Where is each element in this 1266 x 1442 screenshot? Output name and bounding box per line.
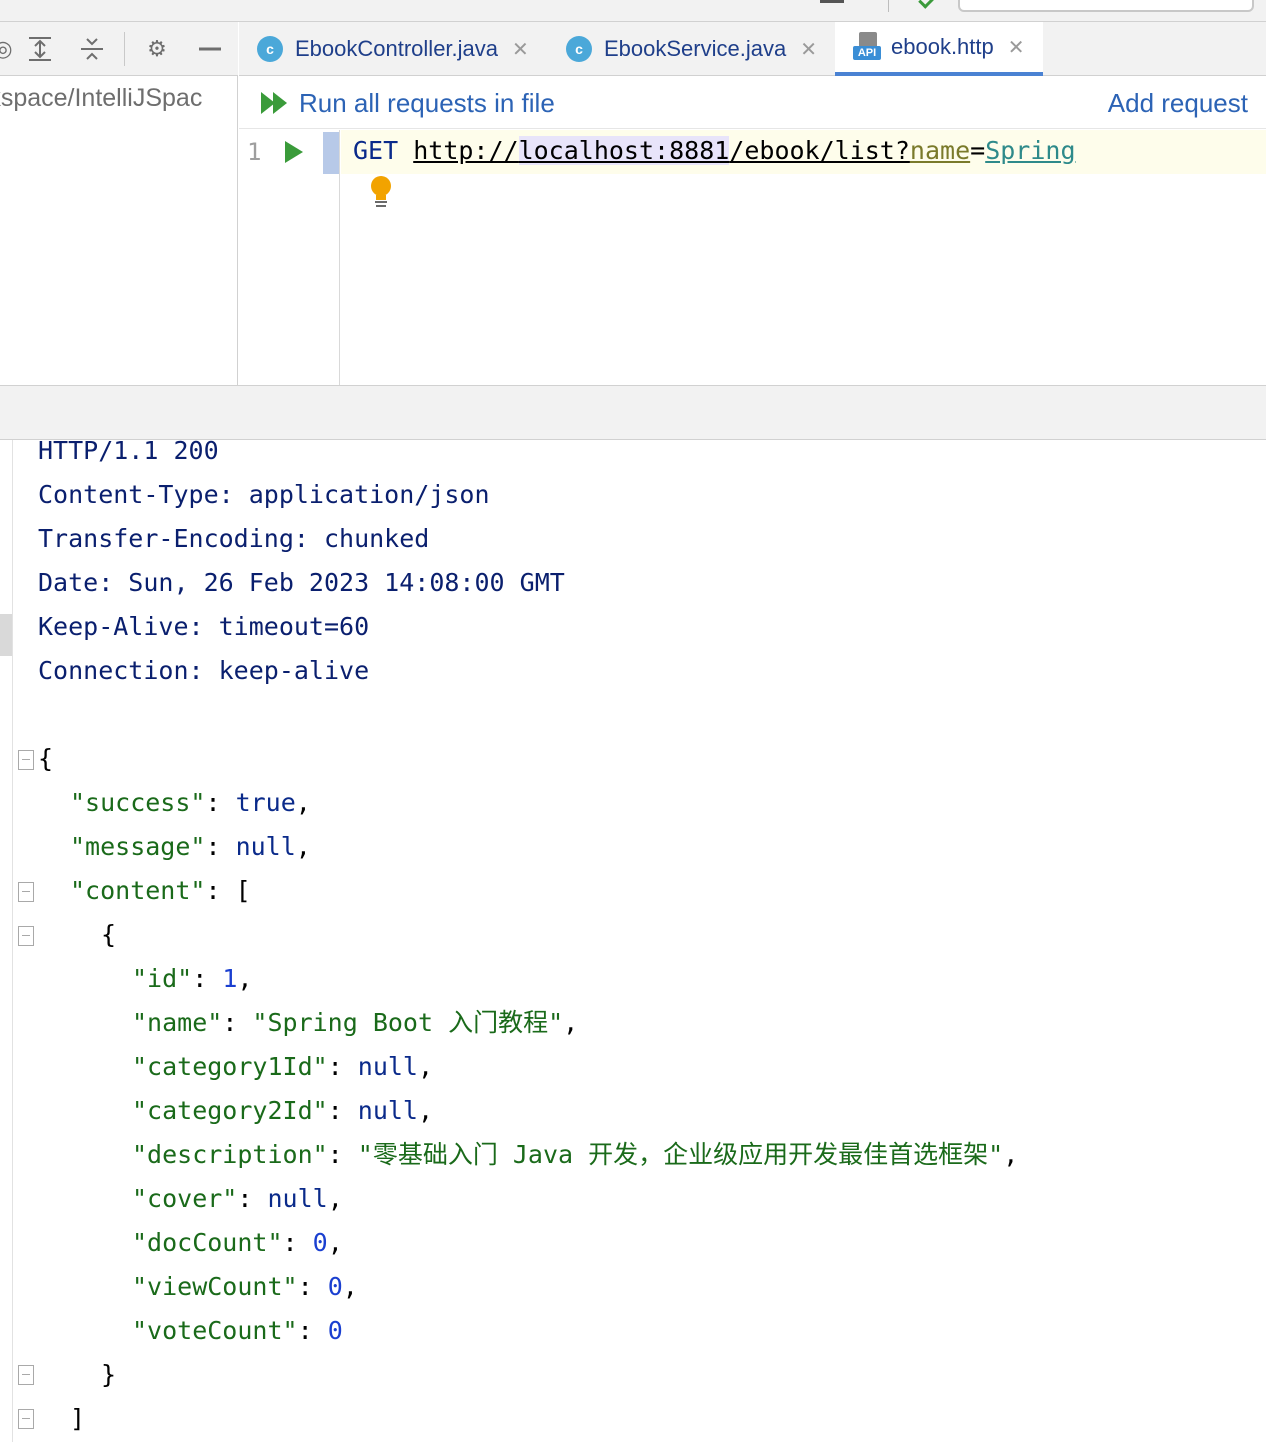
java-class-icon: c <box>566 36 592 62</box>
minimize-icon[interactable] <box>195 34 225 64</box>
query-param-value[interactable]: Spring <box>985 136 1075 165</box>
http-toolbar: Run all requests in file Add request <box>239 77 1266 129</box>
editor-tabs: c EbookController.java ✕ c EbookService.… <box>239 22 1266 76</box>
tab-label: ebook.http <box>891 34 994 59</box>
response-viewer[interactable]: HTTP/1.1 200 Content-Type: application/j… <box>0 440 1266 1442</box>
gear-icon[interactable]: ⚙ <box>142 34 172 64</box>
http-method: GET <box>353 136 399 165</box>
lightbulb-icon[interactable] <box>370 176 392 207</box>
fold-end-icon[interactable] <box>16 1409 36 1431</box>
response-header: Keep-Alive: timeout=60 <box>38 612 370 641</box>
json-line: { <box>101 920 117 949</box>
fold-icon[interactable] <box>16 882 36 904</box>
response-header: Content-Type: application/json <box>38 480 490 509</box>
project-toolbar: ◎ ⚙ <box>0 22 238 76</box>
json-line: { <box>38 744 54 773</box>
close-icon[interactable]: ✕ <box>512 37 529 61</box>
java-class-icon: c <box>257 36 283 62</box>
json-line: "message": null, <box>70 832 311 861</box>
locate-icon[interactable]: ◎ <box>0 34 18 64</box>
project-panel: ◎ ⚙ rkspace/IntelliJSpac <box>0 22 238 385</box>
tab-ebook-controller[interactable]: c EbookController.java ✕ <box>257 22 529 76</box>
gutter-border <box>12 440 13 1442</box>
url-scheme[interactable]: http:// <box>413 136 518 165</box>
editor-gutter: 1 <box>239 130 340 385</box>
tab-ebook-http[interactable]: API ebook.http ✕ <box>835 22 1043 76</box>
json-line: "name": "Spring Boot 入门教程", <box>132 1008 579 1037</box>
fold-icon[interactable] <box>16 750 36 772</box>
query-param-name[interactable]: name <box>910 136 970 165</box>
response-header: Transfer-Encoding: chunked <box>38 524 430 553</box>
json-line: "category2Id": null, <box>132 1096 434 1125</box>
run-all-label: Run all requests in file <box>299 87 555 118</box>
panel-splitter[interactable] <box>0 385 1266 440</box>
project-path[interactable]: rkspace/IntelliJSpac <box>0 84 238 116</box>
json-line: "viewCount": 0, <box>132 1272 358 1301</box>
response-header: Date: Sun, 26 Feb 2023 14:08:00 GMT <box>38 568 565 597</box>
json-line: ] <box>70 1404 86 1433</box>
add-request-button[interactable]: Add request <box>1108 87 1248 119</box>
json-line: "docCount": 0, <box>132 1228 343 1257</box>
json-line: "success": true, <box>70 788 311 817</box>
response-header: Connection: keep-alive <box>38 656 370 685</box>
tab-ebook-service[interactable]: c EbookService.java ✕ <box>566 22 817 76</box>
json-line: "id": 1, <box>132 964 253 993</box>
run-all-icon <box>261 90 289 116</box>
query-equals: = <box>970 136 986 165</box>
scroll-marker <box>0 614 12 656</box>
fold-icon[interactable] <box>16 926 36 948</box>
http-editor[interactable]: 1 GET http://localhost:8881/ebook/list?n… <box>239 130 1266 385</box>
expand-all-icon[interactable] <box>25 34 55 64</box>
json-line: "description": "零基础入门 Java 开发，企业级应用开发最佳首… <box>132 1140 1019 1169</box>
json-line: "voteCount": 0 <box>132 1316 343 1345</box>
line-number: 1 <box>247 138 262 166</box>
tab-label: EbookService.java <box>604 36 787 61</box>
run-configuration-selector[interactable] <box>958 0 1254 12</box>
json-line: "cover": null, <box>132 1184 343 1213</box>
collapse-all-icon[interactable] <box>77 34 107 64</box>
http-file-icon: API <box>853 32 881 62</box>
toolbar-divider <box>888 0 889 12</box>
json-line: "content": [ <box>70 876 251 905</box>
response-status: HTTP/1.1 200 <box>38 440 219 465</box>
top-strip <box>0 0 1266 22</box>
vcs-check-icon[interactable] <box>918 0 934 9</box>
request-line[interactable]: GET http://localhost:8881/ebook/list?nam… <box>353 136 1076 165</box>
fold-end-icon[interactable] <box>16 1365 36 1387</box>
window-control-icon[interactable] <box>820 0 844 3</box>
json-line: } <box>101 1360 117 1389</box>
run-request-icon[interactable] <box>285 141 303 163</box>
url-host[interactable]: localhost:8881 <box>518 136 730 165</box>
url-path[interactable]: /ebook/list? <box>729 136 910 165</box>
close-icon[interactable]: ✕ <box>800 37 817 61</box>
tab-label: EbookController.java <box>295 36 499 61</box>
run-all-requests-button[interactable]: Run all requests in file <box>261 87 555 119</box>
toolbar-divider <box>124 32 125 66</box>
change-marker <box>323 132 339 174</box>
close-icon[interactable]: ✕ <box>1008 35 1025 59</box>
json-line: "category1Id": null, <box>132 1052 434 1081</box>
